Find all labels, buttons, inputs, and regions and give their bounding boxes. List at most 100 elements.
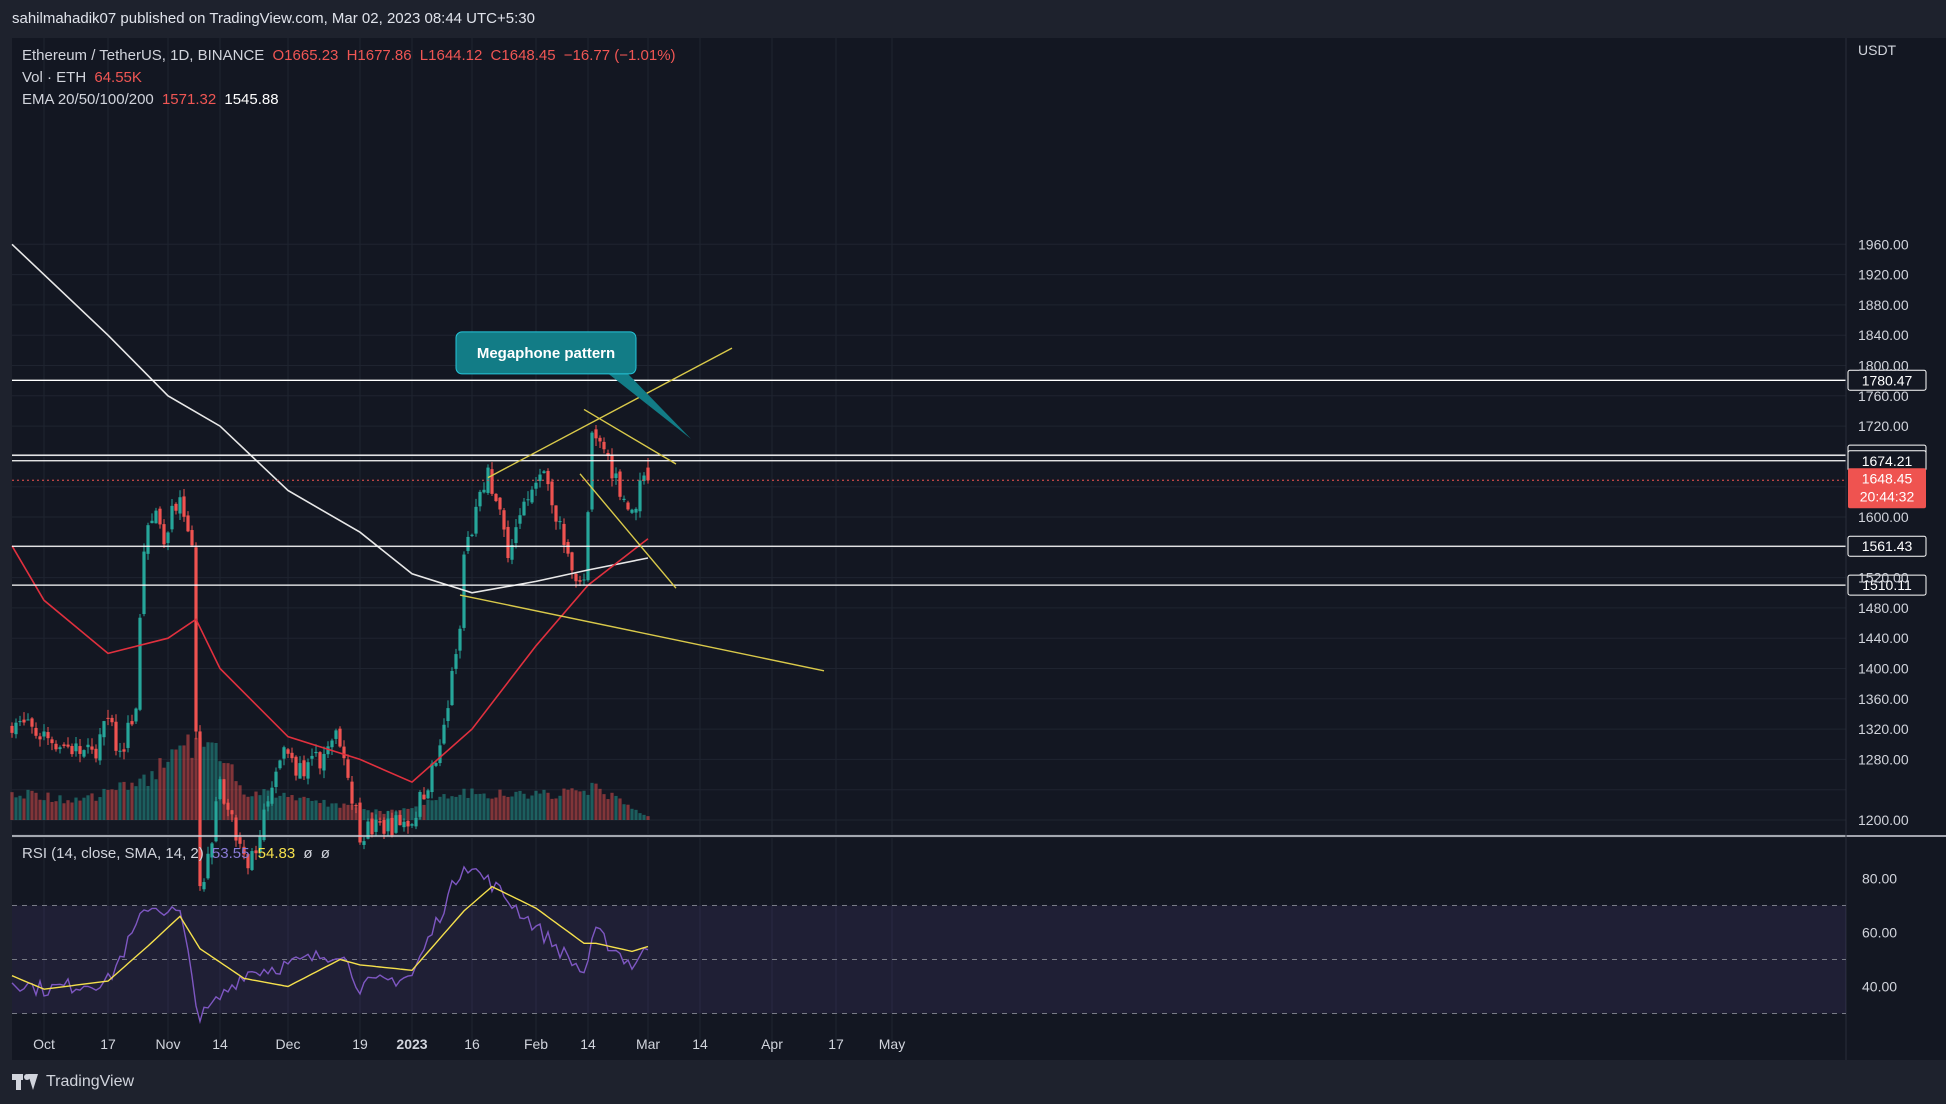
candle-body [94,748,98,759]
volume-bar [454,796,458,820]
candle-body [126,722,130,748]
volume-label[interactable]: Vol · ETH [22,69,86,86]
volume-bar [186,734,190,820]
volume-bar [178,745,182,820]
volume-bar [630,808,634,820]
price-tick-label: 1800.00 [1858,358,1909,374]
volume-bar [174,749,178,820]
candle-body [546,470,550,485]
candle-body [446,708,450,722]
volume-bar [122,781,126,820]
last-price-label: 1648.45 [1862,470,1913,486]
time-tick-label: 19 [352,1036,368,1052]
volume-bar [298,797,302,820]
candle-body [266,801,270,807]
volume-bar [22,798,26,820]
volume-bar [130,782,134,820]
candle-body [498,497,502,510]
volume-bar [58,795,62,820]
rsi-sma-value: 54.83 [257,845,296,862]
volume-bar [646,816,650,820]
candle-body [142,551,146,615]
candle-body [430,763,434,793]
symbol-title[interactable]: Ethereum / TetherUS, 1D, BINANCE [22,47,264,64]
volume-bar [346,804,350,820]
volume-bar [498,789,502,820]
volume-bar [462,788,466,820]
volume-bar [578,791,582,820]
volume-bar [142,774,146,820]
candle-body [270,787,274,804]
volume-bar [482,793,486,820]
candle-body [510,544,514,560]
main-pane-background [12,38,1846,834]
candle-body [78,746,82,754]
level-label: 1780.47 [1862,372,1913,388]
candle-body [330,740,334,748]
ema-value-2: 1545.88 [224,91,279,108]
volume-bar [318,803,322,820]
time-tick-label: May [879,1036,905,1052]
volume-bar [402,808,406,820]
volume-bar [250,796,254,820]
candle-body [38,736,42,740]
volume-bar [290,795,294,820]
candle-body [602,441,606,450]
candle-body [494,493,498,502]
volume-bar [278,795,282,820]
candle-body [238,837,242,844]
volume-bar [150,771,154,820]
candle-body [122,749,126,752]
tradingview-logo-icon[interactable] [12,1074,38,1090]
volume-bar [158,758,162,820]
time-tick-label: Feb [524,1036,548,1052]
volume-bar [254,791,258,820]
volume-bar [246,796,250,820]
volume-value: 64.55K [94,69,142,86]
close-value: C1648.45 [490,47,556,64]
candle-body [582,579,586,581]
footer-brand[interactable]: TradingView [46,1073,134,1091]
candle-body [450,671,454,706]
candle-body [290,752,294,759]
price-tick-label: 1440.00 [1858,630,1909,646]
candle-body [158,508,162,525]
volume-bar [62,803,66,820]
candle-body [334,730,338,739]
volume-bar [550,798,554,820]
level-label: 1561.43 [1862,538,1913,554]
candle-body [542,471,546,474]
volume-bar [546,792,550,820]
candle-body [174,503,178,511]
price-tick-label: 1600.00 [1858,509,1909,525]
ema-label[interactable]: EMA 20/50/100/200 [22,91,154,108]
candle-body [550,481,554,506]
candle-body [490,469,494,494]
rsi-label[interactable]: RSI (14, close, SMA, 14, 2) [22,845,204,862]
candle-body [374,819,378,832]
candle-body [470,534,474,536]
volume-bar [138,778,142,820]
candle-body [82,750,86,757]
candle-body [482,489,486,493]
candle-body [182,496,186,517]
countdown-label: 20:44:32 [1860,488,1915,504]
candle-body [418,792,422,817]
volume-bar [510,796,514,820]
volume-bar [458,794,462,820]
volume-bar [294,800,298,820]
candle-body [474,506,478,534]
candle-body [558,521,562,523]
candle-body [198,731,202,887]
volume-bar [534,790,538,820]
volume-bar [286,797,290,820]
volume-bar [450,796,454,820]
volume-bar [162,767,166,820]
volume-bar [238,785,242,820]
volume-bar [234,781,238,820]
volume-bar [438,796,442,820]
price-chart[interactable]: 1780.471681.621674.211561.431510.111648.… [0,0,1946,1104]
candle-body [578,580,582,582]
candle-body [438,745,442,764]
volume-bar [570,788,574,820]
